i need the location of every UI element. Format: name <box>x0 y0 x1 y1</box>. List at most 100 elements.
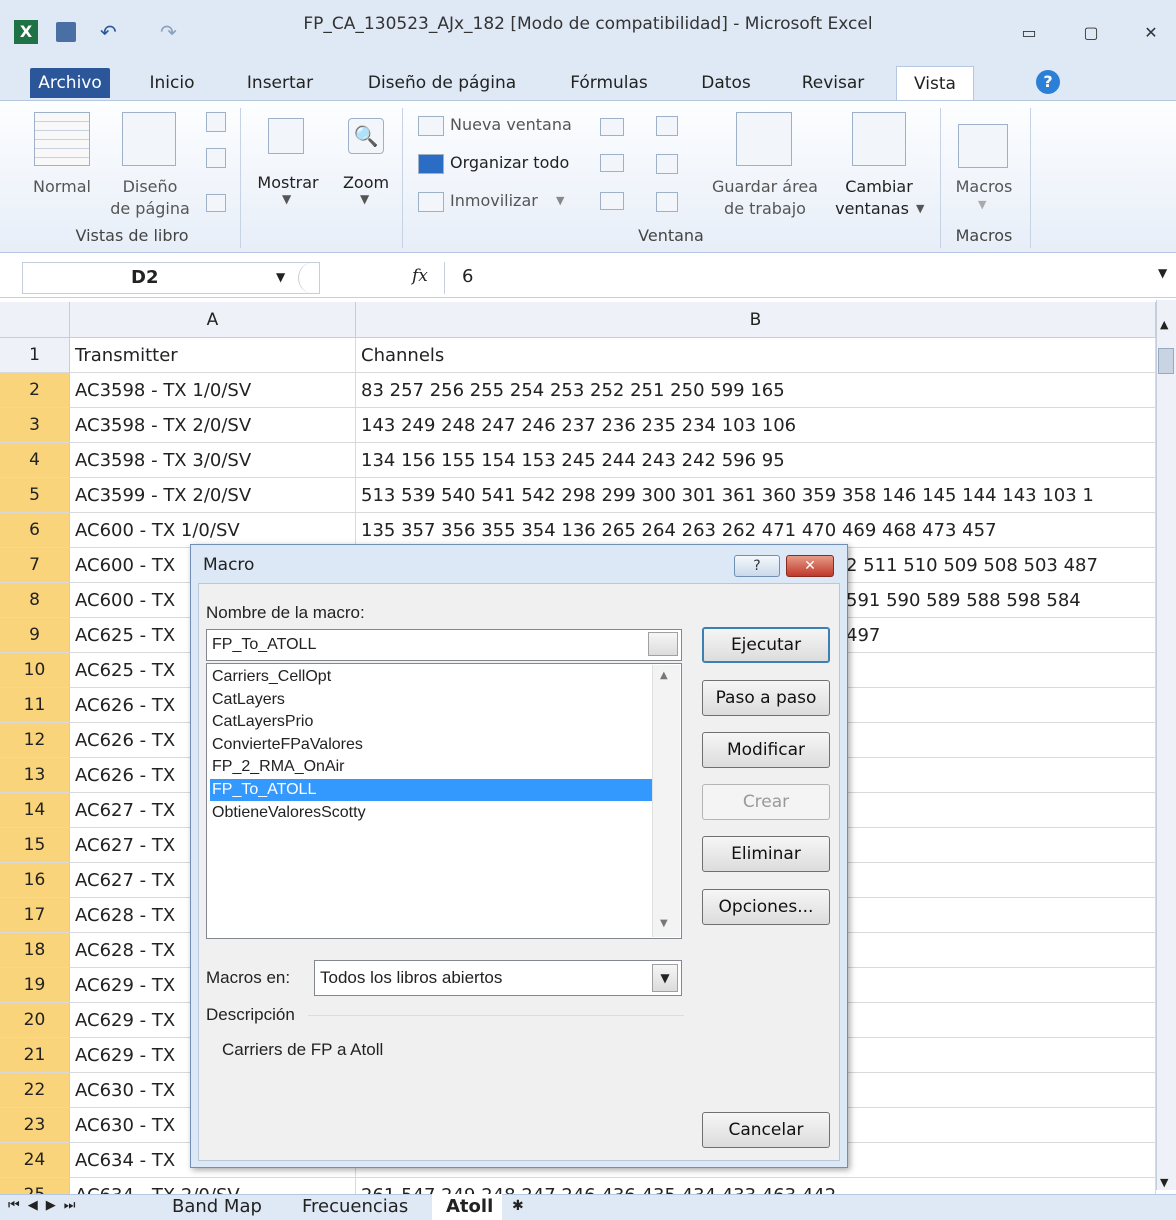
cell-b[interactable]: 513 539 540 541 542 298 299 300 301 361 … <box>356 478 1156 513</box>
row-header[interactable]: 16 <box>0 863 70 898</box>
insert-function-icon[interactable]: fx <box>412 266 428 286</box>
row-header[interactable]: 11 <box>0 688 70 723</box>
cell-b[interactable]: 135 357 356 355 354 136 265 264 263 262 … <box>356 513 1156 548</box>
collapse-dialog-icon[interactable] <box>648 632 678 656</box>
row-header[interactable]: 20 <box>0 1003 70 1038</box>
sheet-tab-band-map[interactable]: Band Map <box>172 1194 262 1220</box>
row-header[interactable]: 14 <box>0 793 70 828</box>
macro-list-item[interactable]: FP_To_ATOLL <box>210 779 652 801</box>
chevron-down-icon[interactable]: ▼ <box>978 198 986 211</box>
edit-button[interactable]: Modificar <box>702 732 830 768</box>
reset-window-icon[interactable] <box>656 192 678 212</box>
row-header[interactable]: 4 <box>0 443 70 478</box>
sheet-tab-atoll[interactable]: Atoll <box>432 1194 502 1220</box>
scroll-up-icon[interactable]: ▲ <box>1160 318 1168 331</box>
switch-windows-icon[interactable] <box>852 112 906 166</box>
cell-b[interactable]: 134 156 155 154 153 245 244 243 242 596 … <box>356 443 1156 478</box>
list-scroll-up-icon[interactable]: ▲ <box>660 670 668 681</box>
normal-view-label[interactable]: Normal <box>24 176 100 198</box>
run-button[interactable]: Ejecutar <box>702 627 830 663</box>
expand-formula-icon[interactable]: ▼ <box>1158 266 1167 280</box>
dialog-close-icon[interactable]: ✕ <box>786 555 834 577</box>
macro-list-item[interactable]: ConvierteFPaValores <box>210 734 652 756</box>
cell-b[interactable]: Channels <box>356 338 1156 373</box>
step-into-button[interactable]: Paso a paso <box>702 680 830 716</box>
sync-scroll-icon[interactable] <box>656 154 678 174</box>
tab-archivo[interactable]: Archivo <box>30 68 110 98</box>
switch-windows-button[interactable]: Cambiar <box>832 176 926 198</box>
chevron-down-icon[interactable]: ▼ <box>360 192 369 206</box>
page-layout-view-label[interactable]: Diseño <box>108 176 192 198</box>
page-break-icon[interactable] <box>206 112 226 132</box>
macro-list-item[interactable]: CatLayers <box>210 689 652 711</box>
maximize-icon[interactable]: ▢ <box>1080 22 1102 44</box>
hide-icon[interactable] <box>600 154 624 172</box>
formula-input[interactable]: 6 <box>462 266 473 287</box>
chevron-down-icon[interactable]: ▼ <box>652 964 678 992</box>
macro-list-item[interactable]: CatLayersPrio <box>210 711 652 733</box>
delete-button[interactable]: Eliminar <box>702 836 830 872</box>
save-workspace-label2[interactable]: de trabajo <box>700 198 830 220</box>
show-button[interactable]: Mostrar <box>248 172 328 194</box>
row-header[interactable]: 19 <box>0 968 70 1003</box>
zoom-button[interactable]: Zoom <box>334 172 398 194</box>
vertical-scrollbar[interactable] <box>1156 300 1176 1190</box>
tab-revisar[interactable]: Revisar <box>786 66 880 100</box>
arrange-all-button[interactable]: Organizar todo <box>450 152 569 174</box>
create-button[interactable]: Crear <box>702 784 830 820</box>
column-header-b[interactable]: B <box>356 302 1156 338</box>
cell-a[interactable]: AC600 - TX 1/0/SV <box>70 513 356 548</box>
macro-list-item[interactable]: ObtieneValoresScotty <box>210 802 652 824</box>
show-icon[interactable] <box>268 118 304 154</box>
row-header[interactable]: 9 <box>0 618 70 653</box>
cancel-button[interactable]: Cancelar <box>702 1112 830 1148</box>
row-header[interactable]: 24 <box>0 1143 70 1178</box>
dialog-help-icon[interactable]: ? <box>734 555 780 577</box>
row-header[interactable]: 5 <box>0 478 70 513</box>
row-header[interactable]: 2 <box>0 373 70 408</box>
macro-list-item[interactable]: FP_2_RMA_OnAir <box>210 756 652 778</box>
list-scroll-down-icon[interactable]: ▼ <box>660 918 668 929</box>
side-by-side-icon[interactable] <box>656 116 678 136</box>
row-header[interactable]: 13 <box>0 758 70 793</box>
chevron-down-icon[interactable]: ▼ <box>916 202 924 215</box>
select-all-corner[interactable] <box>0 302 70 338</box>
tab-diseno-pagina[interactable]: Diseño de página <box>350 66 534 100</box>
switch-windows-label2[interactable]: ventanas <box>826 198 918 220</box>
scroll-down-icon[interactable]: ▼ <box>1160 1176 1168 1189</box>
save-workspace-icon[interactable] <box>736 112 792 166</box>
help-icon[interactable]: ? <box>1036 70 1060 94</box>
sheet-nav-icons[interactable]: ⏮◀▶⏭ <box>8 1198 83 1213</box>
row-header[interactable]: 8 <box>0 583 70 618</box>
cell-a[interactable]: Transmitter <box>70 338 356 373</box>
freeze-panes-button[interactable]: Inmovilizar <box>450 190 538 212</box>
row-header[interactable]: 22 <box>0 1073 70 1108</box>
freeze-panes-icon[interactable] <box>418 192 444 212</box>
insert-sheet-icon[interactable]: ✱ <box>512 1198 524 1214</box>
chevron-down-icon[interactable]: ▼ <box>556 194 564 207</box>
row-header[interactable]: 3 <box>0 408 70 443</box>
new-window-icon[interactable] <box>418 116 444 136</box>
macros-icon[interactable] <box>958 124 1008 168</box>
tab-vista[interactable]: Vista <box>896 66 974 101</box>
cell-a[interactable]: AC3598 - TX 1/0/SV <box>70 373 356 408</box>
split-icon[interactable] <box>600 118 624 136</box>
normal-view-icon[interactable] <box>34 112 90 166</box>
row-header[interactable]: 17 <box>0 898 70 933</box>
custom-views-icon[interactable] <box>206 148 226 168</box>
row-header[interactable]: 15 <box>0 828 70 863</box>
cell-a[interactable]: AC3599 - TX 2/0/SV <box>70 478 356 513</box>
cell-b[interactable]: 143 249 248 247 246 237 236 235 234 103 … <box>356 408 1156 443</box>
row-header[interactable]: 12 <box>0 723 70 758</box>
zoom-icon[interactable]: 🔍 <box>348 118 384 154</box>
list-scrollbar[interactable] <box>652 665 680 937</box>
tab-inicio[interactable]: Inicio <box>130 66 214 100</box>
full-screen-icon[interactable] <box>206 194 226 212</box>
macros-button[interactable]: Macros <box>944 176 1024 198</box>
cell-b[interactable]: 83 257 256 255 254 253 252 251 250 599 1… <box>356 373 1156 408</box>
row-header[interactable]: 1 <box>0 338 70 373</box>
unhide-icon[interactable] <box>600 192 624 210</box>
page-layout-view-icon[interactable] <box>122 112 176 166</box>
column-header-a[interactable]: A <box>70 302 356 338</box>
row-header[interactable]: 6 <box>0 513 70 548</box>
